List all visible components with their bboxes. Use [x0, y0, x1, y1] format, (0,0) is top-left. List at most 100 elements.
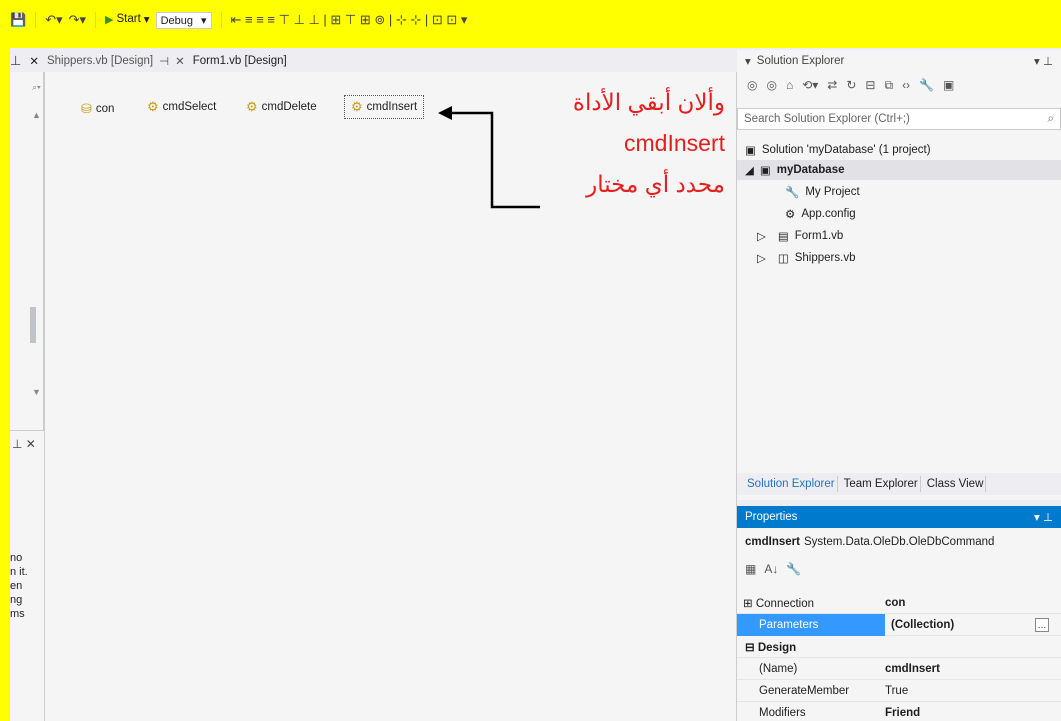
prop-value[interactable]: con	[885, 597, 1035, 609]
component-cmdinsert[interactable]: ⚙ cmdInsert	[344, 95, 425, 119]
toolbar: 💾 ↶▾ ↷▾ ▶ Start ▾ Debug ▾ ⇤ ≡ ≡ ≡ ⊤ ⊥ ⊥ | ⊞…	[10, 2, 1061, 46]
layout-icons[interactable]: ⇤ ≡ ≡ ≡ ⊤ ⊥ ⊥ | ⊞ ⊤ ⊞ ⊚ | ⊹ ⊹ | ⊡ ⊡ ▾	[231, 12, 468, 28]
tree-item-my-project[interactable]: 🔧 My Project	[737, 182, 1061, 202]
close-icon[interactable]: ✕	[29, 54, 39, 68]
prop-value[interactable]: (Collection)	[885, 619, 1035, 631]
tab-class-view[interactable]: Class View	[925, 476, 987, 492]
close-icon[interactable]: ✕	[175, 54, 185, 68]
scroll-down-icon[interactable]: ▼	[32, 387, 41, 397]
forward-icon[interactable]: ◎	[766, 78, 776, 92]
start-label: Start	[116, 13, 141, 25]
start-button[interactable]: ▶ Start ▾	[105, 12, 150, 26]
command-icon: ⚙	[147, 99, 159, 114]
home-icon[interactable]: ⌂	[786, 78, 793, 92]
component-label: cmdDelete	[261, 101, 317, 113]
tree-project[interactable]: ◢ ▣ myDatabase	[737, 160, 1061, 180]
prop-name: ⊞ Connection	[743, 597, 815, 610]
left-highlight	[0, 0, 10, 721]
prop-name: Parameters	[737, 613, 885, 636]
search-icon[interactable]: ⌕	[1048, 113, 1054, 126]
pin-icon[interactable]: ▾ ⊥	[1034, 510, 1053, 524]
sync-icon[interactable]: ⇄	[827, 78, 837, 92]
partial-line: ms	[10, 608, 25, 620]
chevron-down-icon[interactable]: ▾	[745, 54, 751, 68]
preview-icon[interactable]: ▣	[943, 78, 954, 92]
prop-name: ⊟ Design	[745, 641, 797, 654]
explorer-tabs: Solution Explorer Team Explorer Class Vi…	[737, 473, 1061, 495]
solution-explorer: ▾ Solution Explorer ▾ ⊥ ◎ ◎ ⌂ ⟲▾ ⇄ ↻ ⊟ ⧉…	[737, 50, 1061, 500]
prop-name-text: Connection	[755, 597, 815, 610]
copy-icon[interactable]: ⧉	[884, 78, 893, 93]
refresh-icon[interactable]: ↻	[846, 78, 856, 92]
tree-item-shippers[interactable]: ▷ ◫ Shippers.vb	[737, 248, 1061, 268]
tab-label: Shippers.vb [Design]	[46, 55, 154, 67]
lower-tool-panel: ⊥ ✕ no n it. en ng ms	[10, 430, 44, 721]
properties-icon[interactable]: 🔧	[919, 78, 934, 92]
search-icon[interactable]: ⌕▾	[32, 82, 41, 93]
search-placeholder: Search Solution Explorer (Ctrl+;)	[744, 113, 910, 125]
annotation-line: محدد أي مختار	[586, 171, 725, 197]
tab-shippers[interactable]: Shippers.vb [Design] ⊣ ✕	[47, 54, 185, 68]
prop-name-text: Design	[757, 641, 797, 654]
tab-form1[interactable]: Form1.vb [Design]	[193, 55, 287, 67]
vb-project-icon: ▣	[759, 165, 771, 177]
partial-line: n it.	[10, 566, 28, 578]
connection-icon: ⛁	[81, 101, 92, 116]
component-label: cmdSelect	[162, 101, 217, 113]
configuration-select[interactable]: Debug ▾	[155, 12, 212, 29]
pin-icon[interactable]: ⊥	[10, 53, 21, 69]
component-con[interactable]: ⛁ con	[81, 101, 114, 117]
save-all-icon[interactable]: 💾	[10, 12, 26, 28]
prop-row-name[interactable]: (Name) cmdInsert	[737, 658, 1061, 680]
collapsed-icon[interactable]: ▷	[757, 251, 766, 265]
tree-label: Form1.vb	[794, 230, 844, 242]
tab-team-explorer[interactable]: Team Explorer	[842, 476, 921, 492]
pin-icon[interactable]: ⊥ ✕	[12, 437, 36, 451]
back-icon[interactable]: ◎	[747, 78, 757, 92]
prop-row-parameters[interactable]: Parameters (Collection)…	[737, 613, 1061, 636]
properties-panel: Properties ▾ ⊥ cmdInsert System.Data.Ole…	[737, 506, 1061, 721]
undo-icon[interactable]: ↶▾	[45, 12, 62, 28]
prop-value[interactable]: Friend	[885, 707, 1035, 719]
redo-icon[interactable]: ↷▾	[69, 12, 86, 28]
command-icon: ⚙	[246, 99, 258, 114]
tree-item-app-config[interactable]: ⚙ App.config	[737, 204, 1061, 224]
panel-title: Properties	[745, 511, 798, 523]
collapsed-icon[interactable]: ▷	[757, 229, 766, 243]
play-icon: ▶	[105, 13, 114, 26]
annotation-line: cmdInsert	[624, 130, 725, 156]
pin-icon[interactable]: ⊣	[159, 54, 169, 68]
config-file-icon: ⚙	[785, 209, 796, 221]
prop-category-design[interactable]: ⊟ Design	[737, 636, 1061, 658]
collapse-icon[interactable]: ⊟	[865, 78, 875, 92]
properties-toolbar: ▦ A↓ 🔧	[737, 556, 1061, 582]
annotation-text: وألان أبقي الأداة cmdInsert محدد أي مختا…	[525, 82, 725, 205]
pin-icon[interactable]: ▾ ⊥	[1034, 54, 1053, 68]
alphabetical-icon[interactable]: A↓	[764, 562, 778, 576]
prop-value[interactable]: True	[885, 685, 1035, 697]
scroll-up-icon[interactable]: ▲	[32, 110, 41, 120]
tree-solution[interactable]: ▣ Solution 'myDatabase' (1 project)	[737, 140, 1061, 160]
partial-line: ng	[10, 594, 23, 606]
object-selector[interactable]: cmdInsert System.Data.OleDb.OleDbCommand	[737, 530, 1061, 554]
history-icon[interactable]: ⟲▾	[802, 78, 818, 92]
prop-row-modifiers[interactable]: Modifiers Friend	[737, 702, 1061, 721]
tab-solution-explorer[interactable]: Solution Explorer	[745, 476, 838, 492]
component-cmddelete[interactable]: ⚙ cmdDelete	[246, 99, 317, 115]
categorized-icon[interactable]: ▦	[745, 562, 756, 576]
component-cmdselect[interactable]: ⚙ cmdSelect	[147, 99, 216, 115]
component-label: cmdInsert	[366, 101, 418, 113]
ellipsis-button[interactable]: …	[1035, 617, 1049, 632]
prop-row-connection[interactable]: ⊞ Connection con	[737, 592, 1061, 614]
toolbar-separator	[35, 12, 37, 28]
prop-row-generatemember[interactable]: GenerateMember True	[737, 680, 1061, 702]
property-pages-icon[interactable]: 🔧	[786, 562, 801, 576]
tree-label: My Project	[805, 186, 860, 198]
code-icon[interactable]: ‹›	[902, 78, 910, 92]
tree-label: Shippers.vb	[794, 252, 856, 264]
scrollbar-thumb[interactable]	[30, 307, 36, 343]
tree-item-form1[interactable]: ▷ ▤ Form1.vb	[737, 226, 1061, 246]
expanded-icon[interactable]: ◢	[745, 163, 754, 177]
prop-value[interactable]: cmdInsert	[885, 663, 1035, 675]
solution-search-input[interactable]: Search Solution Explorer (Ctrl+;) ⌕	[737, 108, 1061, 130]
